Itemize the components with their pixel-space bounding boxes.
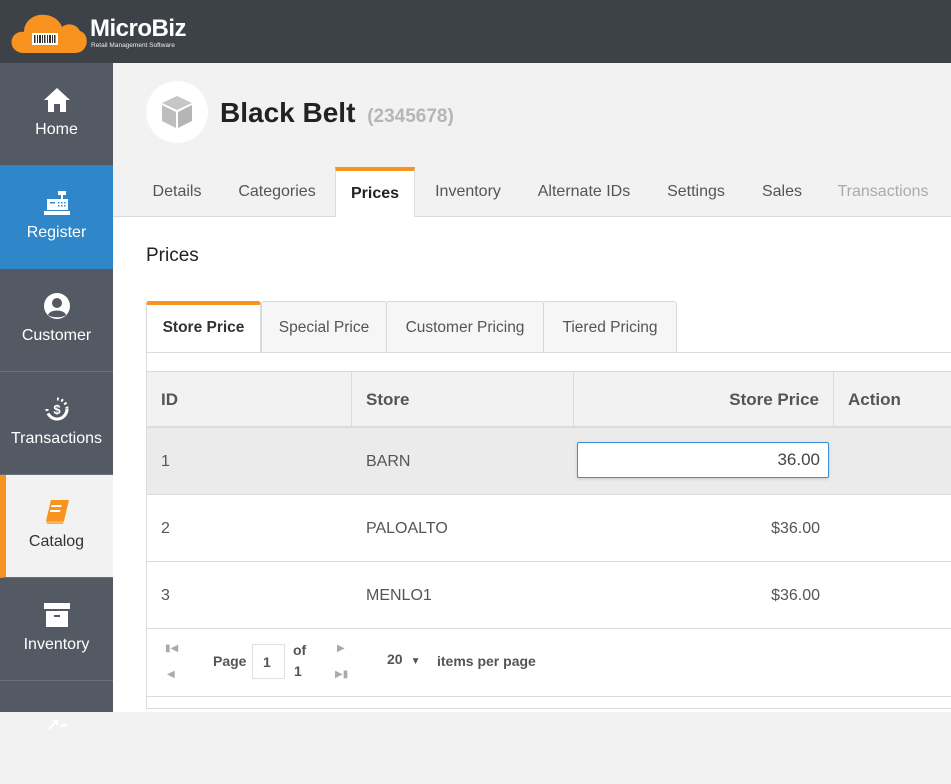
sidebar-item-label: Customer (21, 327, 92, 344)
sidebar-item-inventory[interactable]: Inventory (0, 578, 113, 681)
total-pages: 1 (294, 663, 302, 679)
items-per-page-label: items per page (437, 653, 536, 669)
tab-alternate-ids[interactable]: Alternate IDs (527, 167, 641, 217)
subtab-special-price[interactable]: Special Price (261, 301, 387, 353)
product-tabs: Details Categories Prices Inventory Alte… (113, 167, 951, 218)
tab-inventory[interactable]: Inventory (425, 167, 511, 217)
cell-store-price: $36.00 (771, 520, 820, 537)
product-sku: (2345678) (367, 106, 454, 127)
sidebar-item-label: Inventory (23, 636, 90, 653)
subtab-store-price[interactable]: Store Price (146, 301, 261, 354)
logo[interactable]: MicroBiz Retail Management Software (10, 11, 200, 55)
of-label: of (293, 642, 307, 658)
first-page-icon[interactable]: ▮◀ (165, 643, 178, 654)
store-price-input[interactable] (577, 442, 829, 478)
subtab-customer-pricing[interactable]: Customer Pricing (386, 301, 544, 353)
table-row[interactable]: 3 MENLO1 $36.00 (147, 562, 951, 629)
home-icon (0, 85, 113, 115)
sidebar-item-more[interactable] (0, 681, 113, 784)
page-number-input[interactable] (252, 644, 285, 679)
caret-down-icon: ▼ (410, 656, 421, 667)
cell-store-price: $36.00 (771, 587, 820, 604)
page-size-select[interactable]: 20 ▼ (387, 651, 420, 667)
tab-settings[interactable]: Settings (659, 167, 733, 217)
table-row[interactable]: 2 PALOALTO $36.00 (147, 495, 951, 562)
cell-id: 3 (161, 587, 170, 604)
sidebar: Home Register Customer $ Transactions Ca… (0, 63, 113, 730)
prices-panel: Prices Store Price Special Price Custome… (113, 217, 951, 712)
main-area: Black Belt (2345678) Details Categories … (113, 63, 951, 712)
app-tagline: Retail Management Software (91, 42, 175, 49)
cube-icon (162, 96, 192, 128)
sidebar-item-transactions[interactable]: $ Transactions (0, 372, 113, 475)
cash-register-icon (0, 188, 113, 218)
column-header-id[interactable]: ID (147, 372, 352, 427)
archive-box-icon (0, 600, 113, 630)
page-size-value: 20 (387, 651, 403, 667)
sidebar-item-customer[interactable]: Customer (0, 269, 113, 372)
cell-id: 1 (161, 453, 170, 470)
sidebar-item-label: Home (35, 121, 78, 138)
subtab-tiered-pricing[interactable]: Tiered Pricing (543, 301, 677, 353)
page-label: Page (213, 653, 247, 669)
last-page-icon[interactable]: ▶▮ (335, 669, 348, 680)
tab-details[interactable]: Details (137, 167, 217, 217)
cell-id: 2 (161, 520, 170, 537)
transfer-icon (0, 703, 113, 733)
sidebar-item-register[interactable]: Register (0, 166, 113, 269)
store-price-grid: ID Store Store Price Action 1 BARN 2 PAL… (146, 352, 951, 709)
top-bar: MicroBiz Retail Management Software (0, 0, 951, 63)
column-header-store[interactable]: Store (352, 372, 574, 427)
next-page-icon[interactable]: ▶ (337, 643, 345, 654)
cloud-barcode-icon (11, 14, 87, 53)
sidebar-item-catalog[interactable]: Catalog (0, 475, 113, 578)
column-header-action: Action (848, 390, 901, 409)
pager: ▮◀ ◀ Page of 1 ▶ ▶▮ 20 ▼ items per page (147, 627, 951, 697)
prev-page-icon[interactable]: ◀ (167, 669, 175, 680)
sidebar-item-label: Register (26, 224, 87, 241)
sidebar-item-label: Transactions (11, 430, 102, 447)
cell-store: PALOALTO (366, 520, 448, 537)
page-title: Black Belt (2345678) (220, 97, 454, 129)
tab-prices[interactable]: Prices (335, 167, 415, 218)
tab-sales[interactable]: Sales (751, 167, 813, 217)
tab-categories[interactable]: Categories (229, 167, 325, 217)
app-name: MicroBiz (90, 15, 187, 42)
dollar-cycle-icon: $ (0, 394, 113, 424)
cell-store: BARN (366, 453, 411, 470)
tab-transactions: Transactions (837, 183, 929, 200)
product-name: Black Belt (220, 97, 356, 128)
svg-text:$: $ (53, 402, 61, 417)
sidebar-item-home[interactable]: Home (0, 63, 113, 166)
product-avatar (146, 81, 208, 143)
sidebar-item-label: Catalog (28, 533, 85, 550)
book-icon (0, 497, 113, 527)
user-circle-icon (0, 291, 113, 321)
column-header-store-price[interactable]: Store Price (574, 372, 834, 427)
grid-header: ID Store Store Price Action (147, 371, 951, 428)
table-row[interactable]: 1 BARN (147, 428, 951, 495)
section-title: Prices (146, 245, 199, 266)
cell-store: MENLO1 (366, 587, 432, 604)
